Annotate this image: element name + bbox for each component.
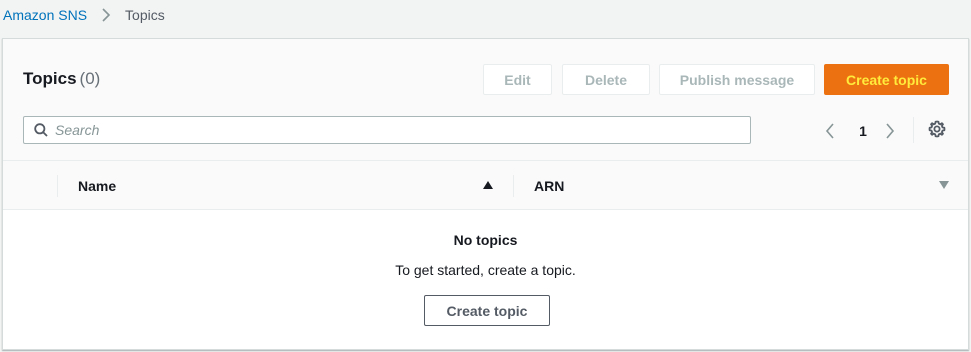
page-title: Topics (0) — [23, 69, 100, 89]
column-header-name[interactable]: Name — [78, 161, 116, 211]
table-header: Name ARN — [3, 160, 968, 210]
breadcrumb: Amazon SNS Topics — [0, 0, 165, 30]
empty-state-message: To get started, create a topic. — [395, 262, 576, 278]
table-body: No topics To get started, create a topic… — [3, 210, 968, 349]
chevron-right-icon — [101, 8, 111, 22]
topic-count: (0) — [79, 69, 101, 88]
search-input[interactable] — [55, 118, 715, 142]
current-page-number[interactable]: 1 — [855, 119, 871, 143]
breadcrumb-current: Topics — [125, 7, 165, 23]
panel-header: Topics (0) Edit Delete Publish message Cr… — [3, 39, 968, 161]
empty-state-title: No topics — [453, 232, 518, 248]
column-separator — [513, 175, 514, 197]
search-icon — [34, 123, 48, 137]
publish-message-button[interactable]: Publish message — [659, 64, 815, 95]
empty-state-create-topic-button[interactable]: Create topic — [424, 295, 550, 326]
search-box — [23, 116, 751, 144]
topics-panel: Topics (0) Edit Delete Publish message Cr… — [2, 38, 969, 350]
create-topic-button[interactable]: Create topic — [824, 64, 949, 95]
page-title-text: Topics — [23, 69, 77, 88]
settings-gear-icon[interactable] — [928, 120, 946, 138]
delete-button[interactable]: Delete — [562, 64, 650, 95]
column-header-arn[interactable]: ARN — [534, 161, 564, 211]
breadcrumb-link-sns[interactable]: Amazon SNS — [0, 7, 87, 23]
pager-divider — [913, 117, 914, 143]
next-page-icon[interactable] — [885, 119, 895, 143]
edit-button[interactable]: Edit — [483, 64, 552, 95]
column-separator — [57, 175, 58, 197]
previous-page-icon[interactable] — [825, 119, 835, 143]
sort-descending-icon[interactable] — [938, 180, 950, 190]
sort-ascending-icon[interactable] — [482, 180, 494, 190]
